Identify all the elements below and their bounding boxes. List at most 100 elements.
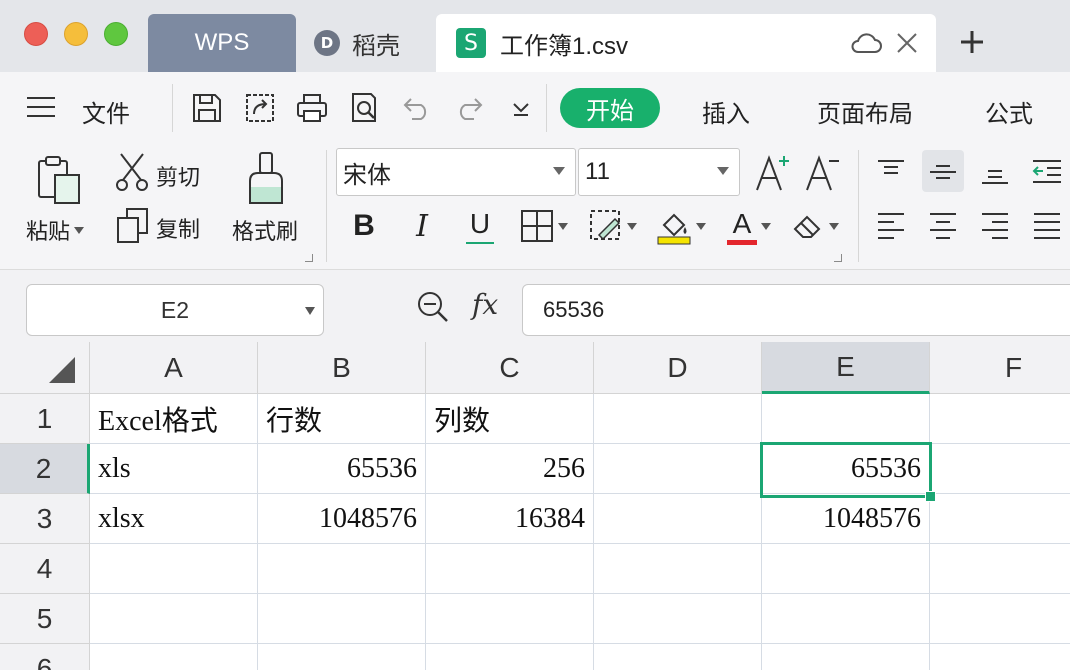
- cell-c1[interactable]: 列数: [426, 394, 594, 444]
- undo-icon[interactable]: [400, 91, 434, 125]
- paste-button[interactable]: 粘贴: [26, 214, 85, 246]
- cell-a4[interactable]: [90, 544, 258, 594]
- close-window-button[interactable]: [24, 22, 48, 46]
- align-top-icon[interactable]: [870, 154, 912, 190]
- column-header-b[interactable]: B: [258, 342, 426, 394]
- print-icon[interactable]: [295, 91, 329, 125]
- minimize-window-button[interactable]: [64, 22, 88, 46]
- hamburger-menu-icon[interactable]: [26, 96, 56, 118]
- format-painter-icon[interactable]: [244, 150, 288, 206]
- align-center-icon[interactable]: [922, 208, 964, 244]
- cell-d2[interactable]: [594, 444, 762, 494]
- tab-insert[interactable]: 插入: [702, 94, 750, 129]
- row-header-4[interactable]: 4: [0, 544, 90, 594]
- copy-button[interactable]: 复制: [156, 212, 200, 244]
- cell-b6[interactable]: [258, 644, 426, 670]
- font-size-select[interactable]: 11: [578, 148, 740, 196]
- borders-button[interactable]: [516, 206, 572, 246]
- insert-function-button[interactable]: fx: [472, 288, 498, 321]
- scissors-icon[interactable]: [114, 150, 150, 194]
- cell-e4[interactable]: [762, 544, 930, 594]
- tab-daoke[interactable]: D 稻壳: [296, 14, 436, 72]
- cell-d1[interactable]: [594, 394, 762, 444]
- cell-e6[interactable]: [762, 644, 930, 670]
- row-header-3[interactable]: 3: [0, 494, 90, 544]
- cell-c5[interactable]: [426, 594, 594, 644]
- row-header-6[interactable]: 6: [0, 644, 90, 670]
- cell-e1[interactable]: [762, 394, 930, 444]
- font-color-button[interactable]: A: [722, 202, 776, 250]
- menu-file[interactable]: 文件: [82, 94, 130, 129]
- cell-b5[interactable]: [258, 594, 426, 644]
- cell-d4[interactable]: [594, 544, 762, 594]
- copy-icon[interactable]: [114, 206, 150, 246]
- redo-icon[interactable]: [452, 91, 486, 125]
- increase-font-size-icon[interactable]: [752, 150, 792, 194]
- cell-f2[interactable]: [930, 444, 1070, 494]
- row-header-5[interactable]: 5: [0, 594, 90, 644]
- select-all-button[interactable]: [0, 342, 90, 394]
- tab-workbook[interactable]: S 工作簿1.csv: [436, 14, 936, 72]
- cell-f1[interactable]: [930, 394, 1070, 444]
- cell-a1[interactable]: Excel格式: [90, 394, 258, 444]
- cell-e2[interactable]: 65536: [762, 444, 930, 494]
- cell-d5[interactable]: [594, 594, 762, 644]
- cell-c4[interactable]: [426, 544, 594, 594]
- align-middle-icon[interactable]: [922, 150, 964, 192]
- justify-icon[interactable]: [1026, 208, 1068, 244]
- cell-f5[interactable]: [930, 594, 1070, 644]
- clipboard-group-launcher-icon[interactable]: [305, 254, 313, 262]
- format-painter-button[interactable]: 格式刷: [232, 214, 298, 246]
- cell-f6[interactable]: [930, 644, 1070, 670]
- cloud-icon[interactable]: [850, 32, 882, 54]
- zoom-search-icon[interactable]: [416, 290, 450, 324]
- formula-input[interactable]: 65536: [522, 284, 1070, 336]
- cell-c6[interactable]: [426, 644, 594, 670]
- cell-f3[interactable]: [930, 494, 1070, 544]
- align-right-icon[interactable]: [974, 208, 1016, 244]
- cut-button[interactable]: 剪切: [156, 160, 200, 192]
- font-name-select[interactable]: 宋体: [336, 148, 576, 196]
- row-header-1[interactable]: 1: [0, 394, 90, 444]
- paste-dropdown-icon[interactable]: [74, 226, 85, 234]
- cell-d6[interactable]: [594, 644, 762, 670]
- tab-wps[interactable]: WPS: [148, 14, 296, 72]
- zoom-window-button[interactable]: [104, 22, 128, 46]
- row-header-2[interactable]: 2: [0, 444, 90, 494]
- bold-button[interactable]: B: [346, 206, 382, 246]
- cell-a5[interactable]: [90, 594, 258, 644]
- column-header-c[interactable]: C: [426, 342, 594, 394]
- cell-f4[interactable]: [930, 544, 1070, 594]
- close-tab-icon[interactable]: [896, 32, 918, 54]
- cell-b2[interactable]: 65536: [258, 444, 426, 494]
- new-tab-button[interactable]: [950, 22, 994, 62]
- cell-b4[interactable]: [258, 544, 426, 594]
- decrease-font-size-icon[interactable]: [802, 150, 842, 194]
- cell-b3[interactable]: 1048576: [258, 494, 426, 544]
- underline-button[interactable]: U: [460, 204, 500, 248]
- export-icon[interactable]: [243, 91, 277, 125]
- customize-toolbar-icon[interactable]: [504, 91, 538, 125]
- column-header-f[interactable]: F: [930, 342, 1070, 394]
- cell-a3[interactable]: xlsx: [90, 494, 258, 544]
- align-bottom-icon[interactable]: [974, 154, 1016, 190]
- tab-page-layout[interactable]: 页面布局: [817, 94, 913, 129]
- chevron-down-icon[interactable]: [305, 307, 315, 315]
- italic-button[interactable]: I: [404, 206, 440, 246]
- cell-d3[interactable]: [594, 494, 762, 544]
- save-icon[interactable]: [190, 91, 224, 125]
- font-group-launcher-icon[interactable]: [834, 254, 842, 262]
- column-header-a[interactable]: A: [90, 342, 258, 394]
- column-header-e[interactable]: E: [762, 342, 930, 394]
- print-preview-icon[interactable]: [348, 91, 382, 125]
- cell-c3[interactable]: 16384: [426, 494, 594, 544]
- cell-c2[interactable]: 256: [426, 444, 594, 494]
- cell-e5[interactable]: [762, 594, 930, 644]
- fill-pattern-button[interactable]: [584, 206, 642, 246]
- cell-a2[interactable]: xls: [90, 444, 258, 494]
- align-left-icon[interactable]: [870, 208, 912, 244]
- clear-format-button[interactable]: [786, 206, 844, 246]
- paste-icon[interactable]: [34, 154, 84, 206]
- cell-a6[interactable]: [90, 644, 258, 670]
- name-box[interactable]: E2: [26, 284, 324, 336]
